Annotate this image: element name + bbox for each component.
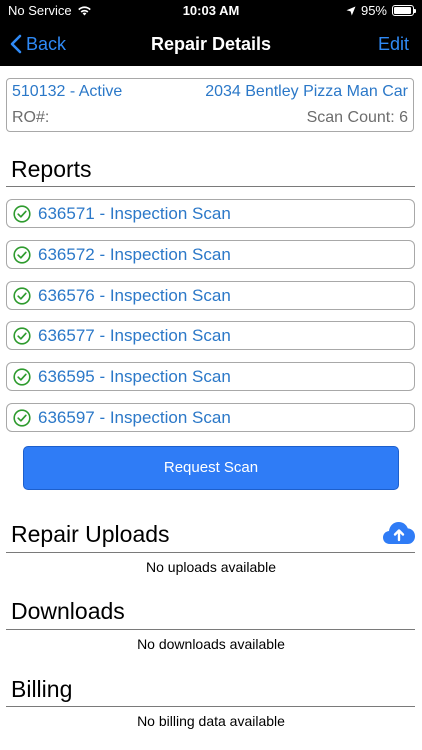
uploads-divider [6, 552, 415, 553]
reports-section-title: Reports [11, 156, 92, 182]
battery-fill [394, 7, 412, 14]
reports-divider [6, 186, 415, 187]
billing-divider [6, 706, 415, 707]
check-circle-icon [13, 326, 31, 345]
report-label: 636595 - Inspection Scan [38, 366, 231, 386]
repair-info-row-secondary: RO#: Scan Count: 6 [12, 109, 408, 127]
downloads-divider [6, 629, 415, 630]
check-circle-icon [13, 245, 31, 264]
billing-empty-message: No billing data available [137, 713, 285, 729]
repair-info-row-primary: 510132 - Active 2034 Bentley Pizza Man C… [12, 83, 408, 101]
request-scan-button[interactable]: Request Scan [23, 446, 399, 490]
report-item[interactable]: 636577 - Inspection Scan [6, 321, 415, 350]
edit-button[interactable]: Edit [378, 22, 409, 66]
billing-section-title: Billing [11, 676, 73, 702]
report-label: 636572 - Inspection Scan [38, 244, 231, 264]
check-circle-icon [13, 408, 31, 427]
scan-count: Scan Count: 6 [306, 109, 408, 126]
report-label: 636577 - Inspection Scan [38, 325, 231, 345]
navigation-bar: Back Repair Details Edit [0, 22, 422, 66]
location-arrow-icon [346, 6, 356, 15]
report-item[interactable]: 636597 - Inspection Scan [6, 403, 415, 432]
report-item[interactable]: 636595 - Inspection Scan [6, 362, 415, 391]
battery-icon [392, 5, 416, 16]
report-label: 636597 - Inspection Scan [38, 407, 231, 427]
status-right: 95% [346, 3, 416, 18]
battery-percent: 95% [360, 3, 387, 18]
report-label: 636576 - Inspection Scan [38, 285, 231, 305]
report-item[interactable]: 636576 - Inspection Scan [6, 281, 415, 310]
check-circle-icon [13, 204, 31, 223]
vehicle-name[interactable]: 2034 Bentley Pizza Man Car [205, 83, 408, 101]
downloads-empty-message: No downloads available [137, 636, 285, 652]
status-bar: No Service 10:03 AM 95% [0, 0, 422, 22]
downloads-section-title: Downloads [11, 598, 125, 624]
check-circle-icon [13, 286, 31, 305]
ro-number-label: RO#: [12, 109, 50, 126]
check-circle-icon [13, 367, 31, 386]
uploads-empty-message: No uploads available [146, 559, 276, 575]
battery-cap [414, 9, 416, 13]
report-label: 636571 - Inspection Scan [38, 203, 231, 223]
page-title: Repair Details [150, 34, 272, 54]
report-item[interactable]: 636571 - Inspection Scan [6, 199, 415, 228]
cloud-upload-icon[interactable] [382, 520, 416, 546]
repair-id-status[interactable]: 510132 - Active [12, 83, 122, 101]
repair-info-card: 510132 - Active 2034 Bentley Pizza Man C… [6, 78, 414, 132]
report-item[interactable]: 636572 - Inspection Scan [6, 240, 415, 269]
uploads-section-title: Repair Uploads [11, 521, 170, 547]
